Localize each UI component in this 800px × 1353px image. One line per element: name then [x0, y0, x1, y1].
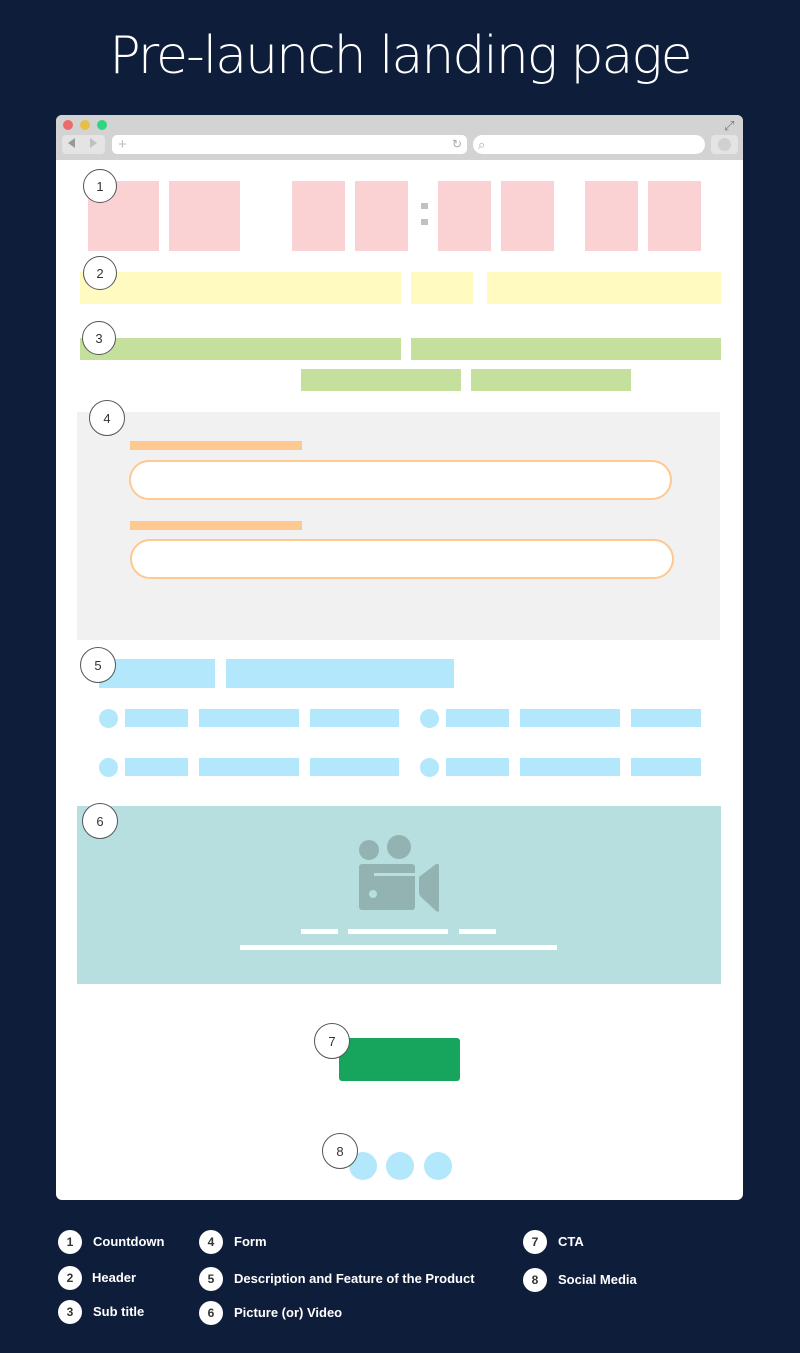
callout-media: 6 [82, 803, 118, 839]
callout-social: 8 [322, 1133, 358, 1169]
subtitle-text-block [80, 338, 401, 360]
feature-text-block [125, 758, 188, 776]
signup-form [77, 412, 720, 640]
feature-text-block [199, 758, 299, 776]
countdown-separator-dot [421, 203, 428, 209]
video-camera-icon [359, 835, 439, 912]
media-placeholder[interactable] [77, 806, 721, 984]
countdown-digit-box [355, 181, 408, 251]
callout-cta: 7 [314, 1023, 350, 1059]
countdown-digit-box [438, 181, 491, 251]
feature-text-block [631, 758, 701, 776]
media-caption-block [459, 929, 496, 934]
feature-text-block [520, 709, 620, 727]
header-text-block [487, 272, 721, 304]
description-title-block [99, 659, 215, 688]
legend-number: 7 [523, 1230, 547, 1254]
callout-header: 2 [83, 256, 117, 290]
countdown-digit-box [648, 181, 701, 251]
legend-label: Sub title [93, 1304, 145, 1319]
feature-text-block [631, 709, 701, 727]
plus-icon: + [118, 136, 127, 153]
legend-number: 5 [199, 1267, 223, 1291]
subtitle-text-block [301, 369, 461, 391]
countdown-digit-box [501, 181, 554, 251]
minimize-window-button[interactable] [80, 120, 90, 130]
search-icon: ⌕ [478, 137, 486, 152]
callout-description: 5 [80, 647, 116, 683]
extension-button[interactable] [711, 135, 738, 154]
legend-number: 6 [199, 1301, 223, 1325]
feature-text-block [310, 709, 399, 727]
form-field-label [130, 521, 302, 530]
legend-label: Picture (or) Video [234, 1305, 343, 1320]
expand-icon[interactable]: ⤢ [724, 119, 734, 132]
countdown-digit-box [585, 181, 638, 251]
legend-number: 3 [58, 1300, 82, 1324]
subtitle-text-block [411, 338, 721, 360]
feature-bullet-icon [420, 758, 439, 777]
header-text-block [80, 272, 401, 304]
form-input-field[interactable] [130, 539, 674, 579]
nav-buttons [62, 135, 105, 154]
feature-text-block [125, 709, 188, 727]
legend-label: Social Media [558, 1272, 637, 1287]
feature-text-block [310, 758, 399, 776]
callout-form: 4 [89, 400, 125, 436]
legend-label: Form [234, 1234, 267, 1249]
cta-button[interactable] [339, 1038, 460, 1081]
subtitle-text-block [471, 369, 631, 391]
feature-text-block [446, 709, 509, 727]
media-caption-block [301, 929, 338, 934]
media-caption-block [348, 929, 448, 934]
header-text-block [411, 272, 473, 304]
close-window-button[interactable] [63, 120, 73, 130]
legend-label: Countdown [93, 1234, 165, 1249]
back-arrow-icon[interactable] [68, 138, 75, 148]
legend-number: 1 [58, 1230, 82, 1254]
legend-label: CTA [558, 1234, 584, 1249]
countdown-digit-box [169, 181, 240, 251]
extension-icon [718, 138, 731, 151]
callout-countdown: 1 [83, 169, 117, 203]
feature-text-block [446, 758, 509, 776]
countdown-separator-dot [421, 219, 428, 225]
feature-bullet-icon [99, 758, 118, 777]
form-field-label [130, 441, 302, 450]
legend-number: 8 [523, 1268, 547, 1292]
form-input-field[interactable] [129, 460, 672, 500]
search-bar[interactable]: ⌕ [473, 135, 705, 154]
feature-bullet-icon [99, 709, 118, 728]
legend-label: Header [92, 1270, 137, 1285]
reload-icon[interactable]: ↻ [452, 135, 462, 154]
browser-toolbar: ⤢ + ↻ ⌕ [56, 115, 743, 160]
callout-subtitle: 3 [82, 321, 116, 355]
feature-text-block [520, 758, 620, 776]
legend-label: Description and Feature of the Product [234, 1271, 475, 1286]
description-title-block [226, 659, 454, 688]
feature-text-block [199, 709, 299, 727]
feature-bullet-icon [420, 709, 439, 728]
forward-arrow-icon[interactable] [90, 138, 97, 148]
countdown-digit-box [292, 181, 345, 251]
page-title: Pre-launch landing page [109, 26, 692, 86]
social-media-icon[interactable] [424, 1152, 452, 1180]
social-media-icon[interactable] [386, 1152, 414, 1180]
legend-number: 2 [58, 1266, 82, 1290]
legend-number: 4 [199, 1230, 223, 1254]
maximize-window-button[interactable] [97, 120, 107, 130]
url-bar[interactable]: + ↻ [112, 135, 467, 154]
browser-window: ⤢ + ↻ ⌕ 1 2 3 4 5 6 7 8 [56, 115, 743, 1200]
media-caption-block [240, 945, 557, 950]
